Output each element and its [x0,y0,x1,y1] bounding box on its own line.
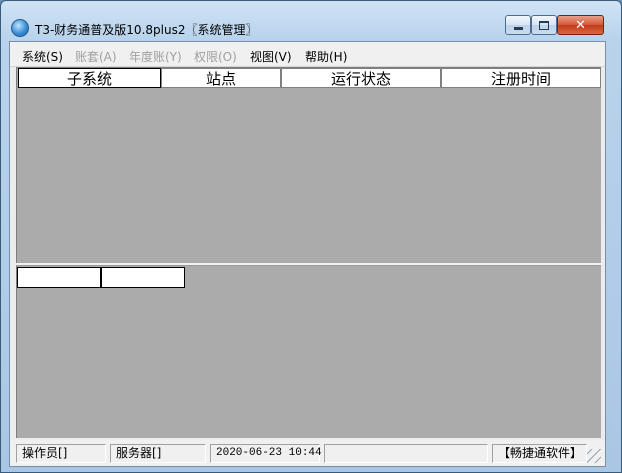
column-header-cell[interactable] [17,267,101,288]
menu-annual-account[interactable]: 年度账(Y) [129,48,182,65]
status-brand: 【畅捷通软件】 [492,444,587,463]
column-header-subsystem[interactable]: 子系统 [18,68,161,88]
menu-bar: 系统(S) 账套(A) 年度账(Y) 权限(O) 视图(V) 帮助(H) [10,42,605,67]
maximize-icon [539,20,549,30]
status-datetime: 2020-06-23 10:44 [210,444,322,463]
column-header-status[interactable]: 运行状态 [281,68,441,88]
task-list[interactable] [16,266,601,438]
menu-system[interactable]: 系统(S) [22,48,63,65]
menu-view[interactable]: 视图(V) [250,48,292,65]
menu-help[interactable]: 帮助(H) [305,48,347,65]
status-bar: 操作员[] 服务器[] 2020-06-23 10:44 【畅捷通软件】 [10,440,605,466]
close-icon: ✕ [575,17,586,33]
column-header-site[interactable]: 站点 [161,68,281,88]
column-header-register-time[interactable]: 注册时间 [441,68,601,88]
minimize-icon [513,27,523,30]
client-area: 系统(S) 账套(A) 年度账(Y) 权限(O) 视图(V) 帮助(H) 子系统… [9,41,606,467]
app-icon[interactable] [11,19,29,37]
window-title: T3-财务通普及版10.8plus2〖系统管理〗 [35,23,258,37]
status-empty-panel [324,444,488,463]
status-server: 服务器[] [110,444,206,463]
menu-account-set[interactable]: 账套(A) [75,48,117,65]
minimize-button[interactable] [505,15,531,35]
status-operator: 操作员[] [16,444,106,463]
app-window: T3-财务通普及版10.8plus2〖系统管理〗 ✕ 系统(S) 账套(A) 年… [0,0,622,473]
close-button[interactable]: ✕ [557,15,604,35]
menu-permissions[interactable]: 权限(O) [194,48,237,65]
subsystem-list[interactable]: 子系统 站点 运行状态 注册时间 [16,67,601,263]
title-bar[interactable]: T3-财务通普及版10.8plus2〖系统管理〗 ✕ [1,1,621,41]
column-header-cell[interactable] [101,267,185,288]
resize-grip-icon[interactable] [587,449,601,463]
maximize-button[interactable] [531,15,557,35]
